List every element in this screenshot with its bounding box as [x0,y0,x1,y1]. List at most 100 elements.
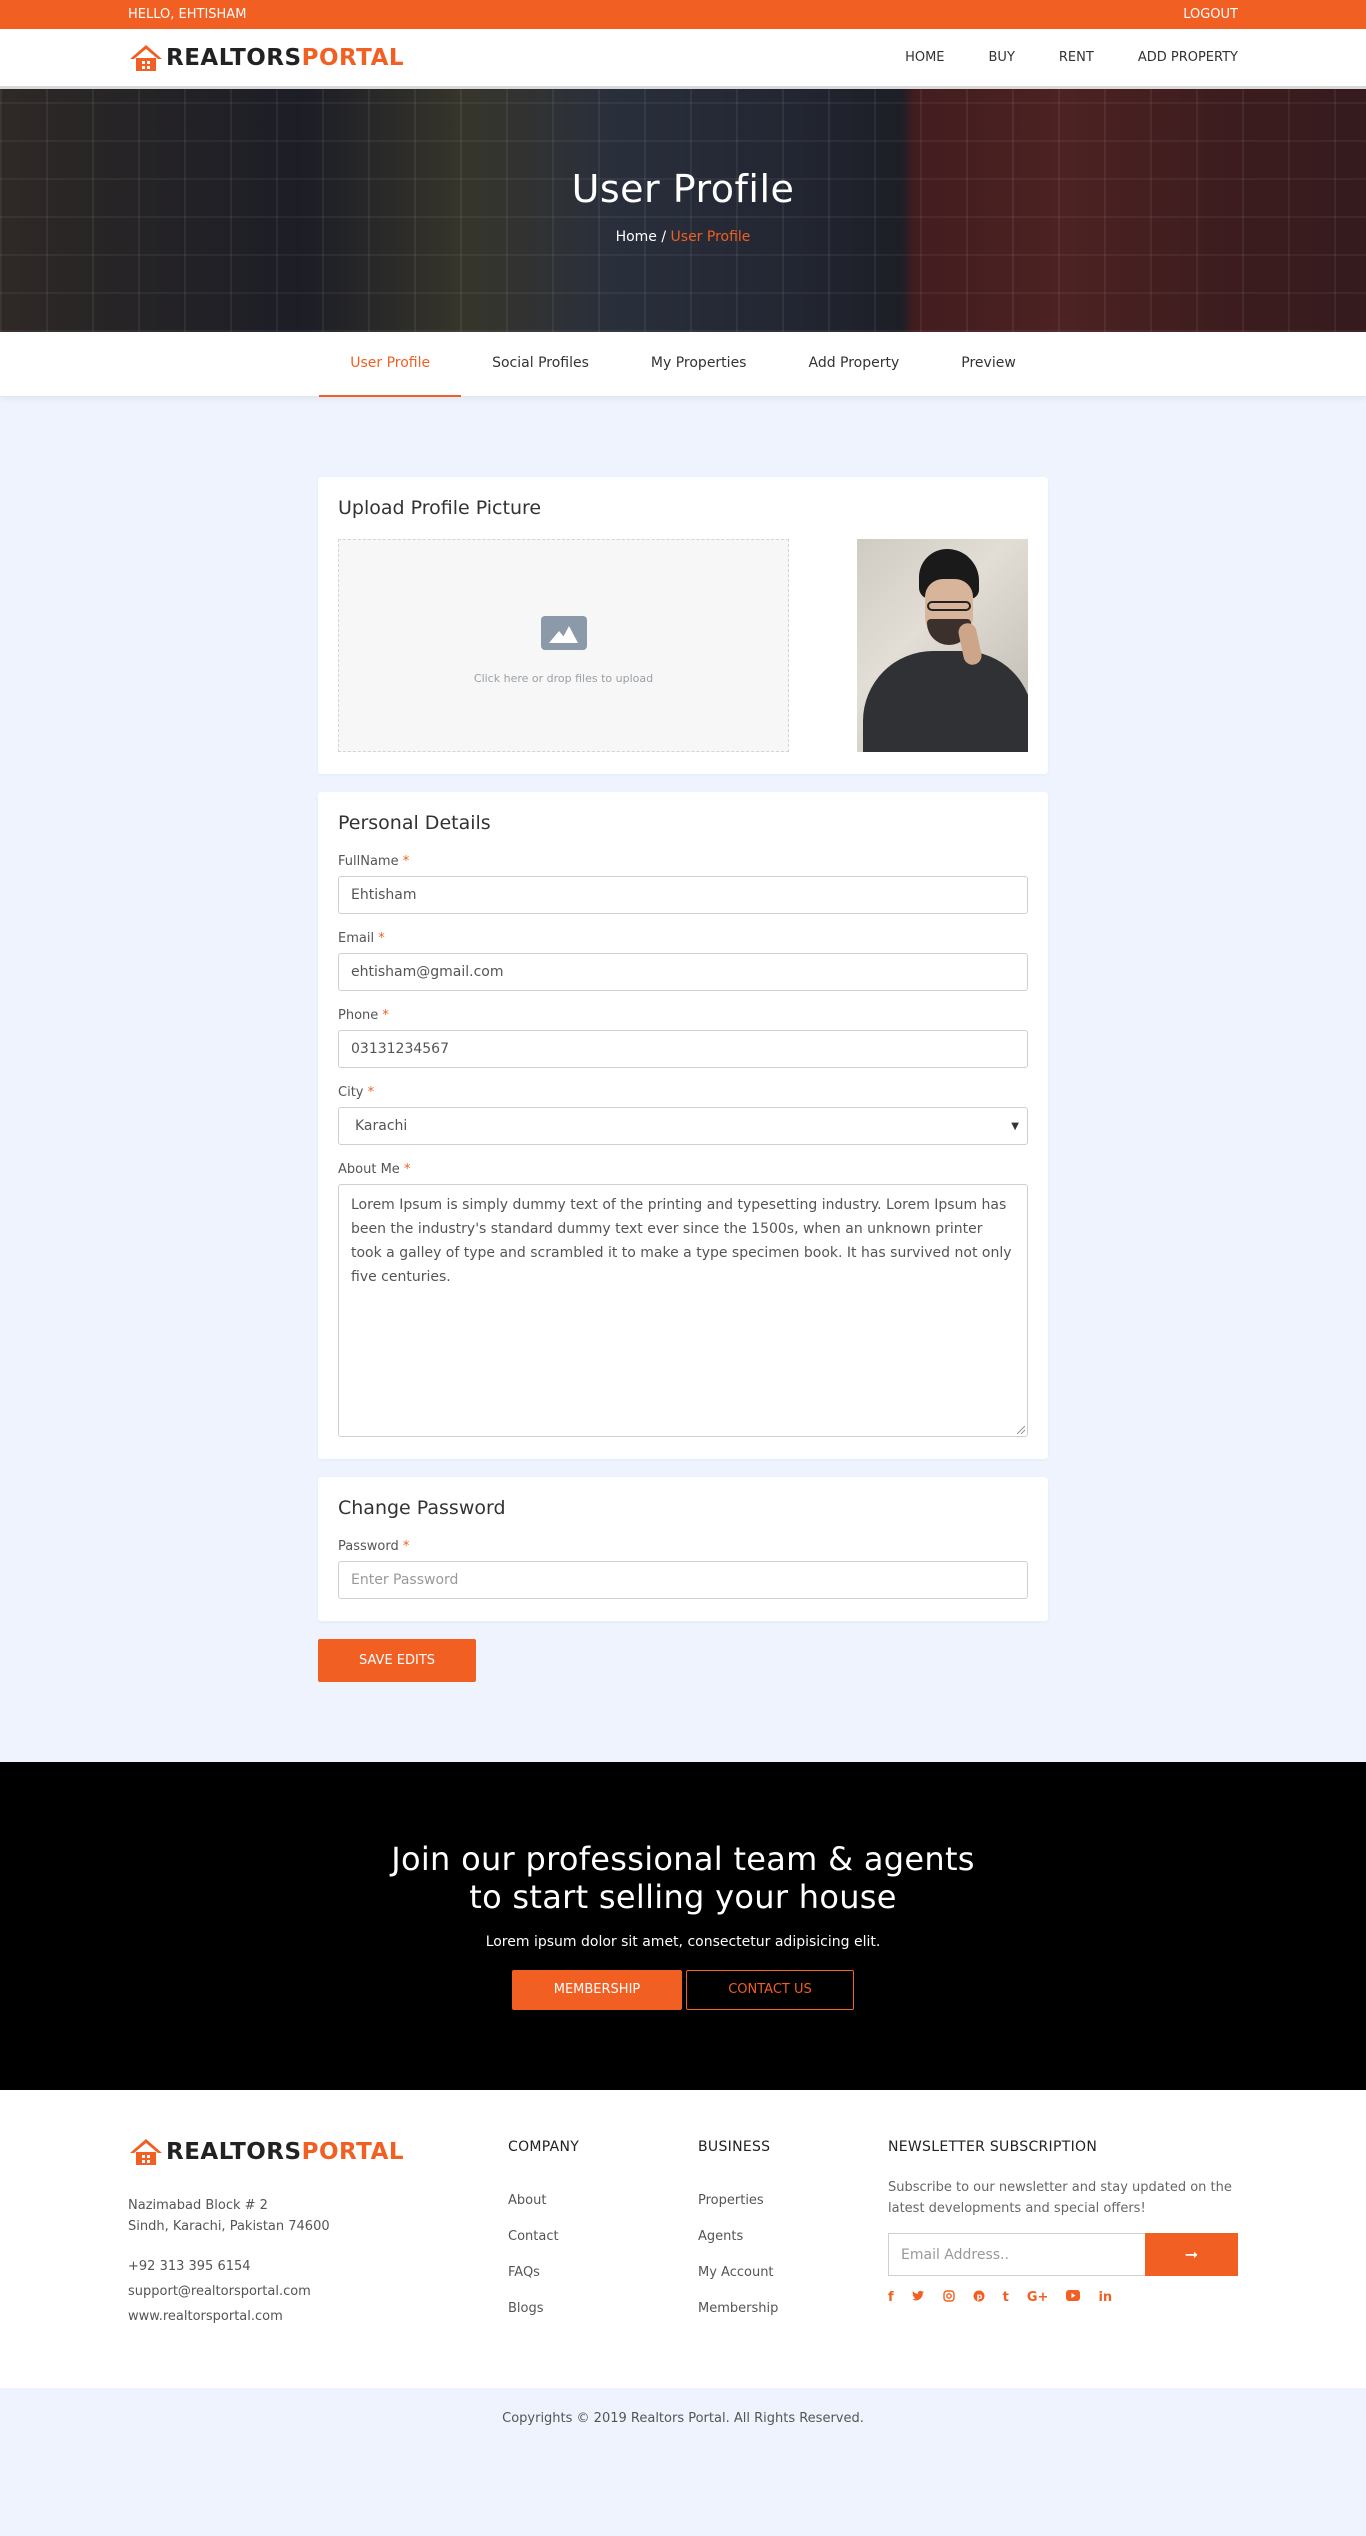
email-label: Email * [338,931,385,946]
brand-logo[interactable]: REALTORS PORTAL [128,43,404,73]
fullname-field-group: FullName * Ehtisham [338,854,1028,914]
instagram-icon[interactable] [942,2290,955,2306]
password-input[interactable]: Enter Password [338,1561,1028,1599]
phone-field-group: Phone * 03131234567 [338,1008,1028,1068]
membership-button[interactable]: MEMBERSHIP [512,1970,682,2010]
tab-my-properties[interactable]: My Properties [620,332,778,397]
company-heading: COMPANY [508,2139,580,2155]
profile-tabs: User Profile Social Profiles My Properti… [0,332,1366,397]
footer-link-faqs[interactable]: FAQs [508,2255,698,2291]
nav-home[interactable]: HOME [905,50,944,65]
footer-contact: +92 313 395 6154 support@realtorsportal.… [128,2254,508,2329]
breadcrumb-separator: / [656,229,671,245]
nav-buy[interactable]: BUY [989,50,1015,65]
twitter-icon[interactable] [911,2290,925,2306]
personal-details-title: Personal Details [338,812,491,834]
image-icon [540,616,587,650]
city-selected-value: Karachi [355,1118,408,1134]
breadcrumb-current: User Profile [670,229,751,245]
tab-preview[interactable]: Preview [930,332,1047,397]
save-edits-button[interactable]: SAVE EDITS [318,1639,477,1682]
footer-brand-part2: PORTAL [301,2139,405,2165]
city-field-group: City * Karachi ▼ [338,1085,1028,1145]
copyright-bar: Copyrights © 2019 Realtors Portal. All R… [0,2388,1366,2449]
breadcrumb-home[interactable]: Home [616,229,657,245]
tab-add-property[interactable]: Add Property [777,332,930,397]
site-footer: REALTORS PORTAL Nazimabad Block # 2 Sindh… [0,2090,1366,2388]
address-line2: Sindh, Karachi, Pakistan 74600 [128,2219,330,2234]
profile-picture-preview [857,539,1028,752]
page-hero: User Profile Home / User Profile [0,89,1366,332]
tab-user-profile[interactable]: User Profile [319,332,462,397]
social-links: f p t G+ in [888,2290,1238,2306]
about-label: About Me * [338,1162,411,1177]
user-greeting: HELLO, EHTISHAM [128,7,247,22]
phone-input[interactable]: 03131234567 [338,1030,1028,1068]
breadcrumb: Home / User Profile [0,229,1366,245]
about-text: Lorem Ipsum is simply dummy text of the … [351,1197,1012,1285]
join-team-banner: Join our professional team & agents to s… [0,1762,1366,2090]
company-links: About Contact FAQs Blogs [508,2183,698,2327]
footer-link-properties[interactable]: Properties [698,2183,888,2219]
newsletter-form: Email Address.. ➞ [888,2233,1238,2276]
brand-name-part1: REALTORS [166,44,302,71]
about-field-group: About Me * Lorem Ipsum is simply dummy t… [338,1162,1028,1437]
svg-text:p: p [976,2292,982,2301]
contact-us-button[interactable]: CONTACT US [686,1970,854,2010]
facebook-icon[interactable]: f [888,2290,894,2306]
business-heading: BUSINESS [698,2139,771,2155]
google-plus-icon[interactable]: G+ [1027,2290,1049,2306]
password-label: Password * [338,1539,410,1554]
main-navbar: REALTORS PORTAL HOME BUY RENT ADD PROPERT… [0,29,1366,89]
cta-heading-line2: to start selling your house [469,1878,897,1916]
youtube-icon[interactable] [1066,2290,1081,2306]
footer-website[interactable]: www.realtorsportal.com [128,2304,508,2329]
personal-details-card: Personal Details FullName * Ehtisham Ema… [318,792,1048,1459]
brand-name-part2: PORTAL [301,44,405,71]
password-field-group: Password * Enter Password [338,1539,1028,1599]
footer-brand-part1: REALTORS [166,2139,302,2165]
footer-link-my-account[interactable]: My Account [698,2255,888,2291]
newsletter-email-input[interactable]: Email Address.. [888,2233,1145,2276]
city-label: City * [338,1085,375,1100]
page-title: User Profile [571,167,795,211]
arrow-right-icon: ➞ [1184,2245,1199,2264]
footer-phone[interactable]: +92 313 395 6154 [128,2254,508,2279]
email-field-group: Email * ehtisham@gmail.com [338,931,1028,991]
footer-link-membership[interactable]: Membership [698,2291,888,2327]
footer-link-blogs[interactable]: Blogs [508,2291,698,2327]
fullname-label: FullName * [338,854,410,869]
newsletter-heading: NEWSLETTER SUBSCRIPTION [888,2139,1098,2155]
tumblr-icon[interactable]: t [1003,2290,1009,2306]
footer-link-contact[interactable]: Contact [508,2219,698,2255]
tab-social-profiles[interactable]: Social Profiles [461,332,620,397]
upload-title: Upload Profile Picture [338,497,542,519]
logout-link[interactable]: LOGOUT [1183,7,1238,22]
about-textarea[interactable]: Lorem Ipsum is simply dummy text of the … [338,1184,1028,1437]
cta-subtext: Lorem ipsum dolor sit amet, consectetur … [485,1934,881,1950]
city-select[interactable]: Karachi ▼ [338,1107,1028,1145]
top-bar: HELLO, EHTISHAM LOGOUT [0,0,1366,29]
nav-rent[interactable]: RENT [1059,50,1094,65]
footer-logo[interactable]: REALTORS PORTAL [128,2137,508,2167]
linkedin-icon[interactable]: in [1098,2290,1112,2306]
pinterest-icon[interactable]: p [973,2290,985,2306]
phone-label: Phone * [338,1008,389,1023]
address-line1: Nazimabad Block # 2 [128,2198,268,2213]
house-logo-icon [130,44,162,71]
fullname-input[interactable]: Ehtisham [338,876,1028,914]
footer-link-about[interactable]: About [508,2183,698,2219]
copyright-text: Copyrights © 2019 Realtors Portal. All R… [502,2411,864,2426]
footer-address: Nazimabad Block # 2 Sindh, Karachi, Paki… [128,2195,508,2237]
footer-link-agents[interactable]: Agents [698,2219,888,2255]
email-input[interactable]: ehtisham@gmail.com [338,953,1028,991]
chevron-down-icon: ▼ [1011,1121,1019,1132]
resize-handle-icon[interactable] [1017,1426,1025,1434]
footer-email[interactable]: support@realtorsportal.com [128,2279,508,2304]
upload-picture-card: Upload Profile Picture Click here or dro… [318,477,1048,774]
newsletter-submit-button[interactable]: ➞ [1145,2233,1238,2276]
cta-heading: Join our professional team & agents to s… [0,1840,1366,1916]
change-password-title: Change Password [338,1497,506,1519]
picture-dropzone[interactable]: Click here or drop files to upload [338,539,789,752]
nav-add-property[interactable]: ADD PROPERTY [1138,50,1238,65]
